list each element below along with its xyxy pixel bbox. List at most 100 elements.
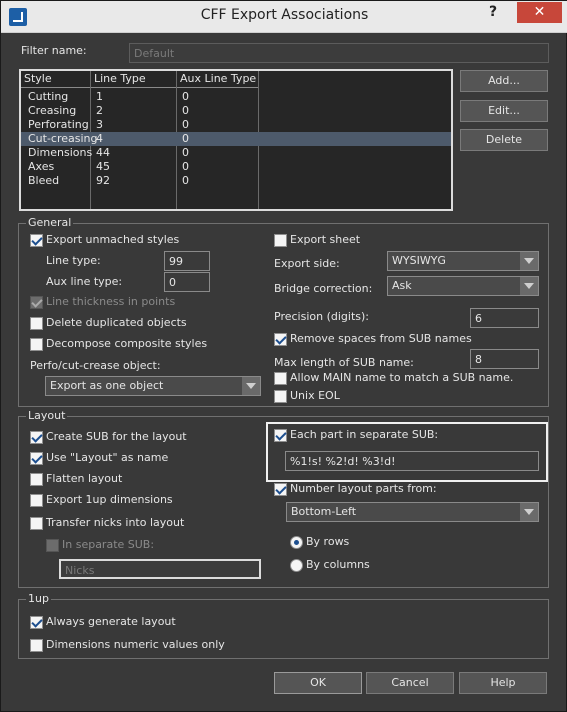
- export-side-label: Export side:: [274, 257, 340, 270]
- cell-style: Axes: [28, 160, 55, 173]
- line-thickness-label: Line thickness in points: [46, 295, 176, 308]
- table-header-line-type[interactable]: Line Type: [91, 71, 177, 88]
- filter-name-input[interactable]: Default: [129, 43, 549, 63]
- cell-aux-line-type: 0: [182, 160, 189, 173]
- always-generate-checkbox[interactable]: [30, 616, 43, 629]
- line-type-label: Line type:: [46, 254, 101, 267]
- cell-line-type: 3: [96, 118, 103, 131]
- title-bar: CFF Export Associations ? ✕: [1, 1, 567, 33]
- table-row[interactable]: Cutting 1 0: [21, 90, 451, 104]
- delete-button[interactable]: Delete: [460, 129, 548, 151]
- aux-line-type-input[interactable]: 0: [164, 272, 210, 292]
- oneup-group-title: 1up: [26, 592, 51, 605]
- flatten-layout-checkbox[interactable]: [30, 473, 43, 486]
- table-header-style[interactable]: Style: [21, 71, 91, 88]
- table-row[interactable]: Dimensions 44 0: [21, 146, 451, 160]
- table-row-selected[interactable]: Cut-creasing 4 0: [21, 132, 451, 146]
- dialog-window: CFF Export Associations ? ✕ Filter name:…: [0, 0, 567, 712]
- ok-button[interactable]: OK: [274, 672, 362, 694]
- help-icon[interactable]: ?: [489, 4, 497, 20]
- unix-eol-label: Unix EOL: [290, 389, 340, 402]
- create-sub-checkbox[interactable]: [30, 431, 43, 444]
- cell-line-type: 92: [96, 174, 110, 187]
- cell-style: Cut-creasing: [28, 132, 98, 145]
- use-layout-name-label: Use "Layout" as name: [46, 451, 169, 464]
- by-rows-radio[interactable]: [290, 536, 303, 549]
- bridge-correction-label: Bridge correction:: [274, 282, 373, 295]
- filter-name-label: Filter name:: [21, 44, 87, 57]
- use-layout-name-checkbox[interactable]: [30, 452, 43, 465]
- perfo-object-label: Perfo/cut-crease object:: [30, 359, 161, 372]
- max-length-input[interactable]: 8: [470, 349, 539, 369]
- cell-line-type: 4: [96, 132, 103, 145]
- cancel-button[interactable]: Cancel: [366, 672, 454, 694]
- in-separate-sub-label: In separate SUB:: [62, 538, 155, 551]
- table-row[interactable]: Perforating 3 0: [21, 118, 451, 132]
- perfo-object-value: Export as one object: [50, 379, 164, 392]
- number-parts-select[interactable]: Bottom-Left: [286, 502, 539, 522]
- export-unmached-label: Export unmached styles: [46, 233, 180, 246]
- create-sub-label: Create SUB for the layout: [46, 430, 187, 443]
- cell-aux-line-type: 0: [182, 104, 189, 117]
- table-row[interactable]: Axes 45 0: [21, 160, 451, 174]
- precision-label: Precision (digits):: [274, 310, 369, 323]
- close-button[interactable]: ✕: [517, 2, 562, 23]
- transfer-nicks-label: Transfer nicks into layout: [46, 516, 185, 529]
- help-button[interactable]: Help: [459, 672, 547, 694]
- cell-line-type: 1: [96, 90, 103, 103]
- in-separate-sub-checkbox[interactable]: [46, 539, 59, 552]
- by-columns-radio[interactable]: [290, 559, 303, 572]
- number-parts-value: Bottom-Left: [291, 505, 357, 518]
- export-unmached-checkbox[interactable]: [30, 234, 43, 247]
- add-button[interactable]: Add...: [460, 70, 548, 92]
- cell-aux-line-type: 0: [182, 132, 189, 145]
- nicks-sub-input[interactable]: Nicks: [59, 559, 261, 579]
- cell-style: Cutting: [28, 90, 69, 103]
- window-title: CFF Export Associations: [200, 7, 369, 23]
- export-side-value: WYSIWYG: [392, 254, 446, 267]
- cell-line-type: 45: [96, 160, 110, 173]
- always-generate-label: Always generate layout: [46, 615, 176, 628]
- cell-aux-line-type: 0: [182, 174, 189, 187]
- chevron-down-icon[interactable]: [520, 503, 538, 521]
- transfer-nicks-checkbox[interactable]: [30, 517, 43, 530]
- chevron-down-icon[interactable]: [242, 377, 260, 395]
- line-type-input[interactable]: 99: [164, 251, 210, 271]
- export-sheet-checkbox[interactable]: [274, 234, 287, 247]
- cell-style: Dimensions: [28, 146, 93, 159]
- allow-main-checkbox[interactable]: [274, 372, 287, 385]
- bridge-correction-value: Ask: [392, 279, 412, 292]
- cell-style: Creasing: [28, 104, 77, 117]
- perfo-object-select[interactable]: Export as one object: [45, 376, 261, 396]
- by-rows-label: By rows: [306, 535, 350, 548]
- each-part-format-input[interactable]: %1!s! %2!d! %3!d!: [285, 451, 539, 471]
- export-sheet-label: Export sheet: [290, 233, 361, 246]
- styles-table[interactable]: Style Line Type Aux Line Type Cutting 1 …: [19, 69, 453, 211]
- chevron-down-icon[interactable]: [520, 277, 538, 295]
- table-row[interactable]: Creasing 2 0: [21, 104, 451, 118]
- line-thickness-checkbox[interactable]: [30, 296, 43, 309]
- cell-aux-line-type: 0: [182, 146, 189, 159]
- allow-main-label: Allow MAIN name to match a SUB name.: [290, 371, 514, 384]
- export-1up-dimensions-label: Export 1up dimensions: [46, 493, 173, 506]
- table-header-aux-line-type[interactable]: Aux Line Type: [177, 71, 259, 88]
- dimensions-numeric-label: Dimensions numeric values only: [46, 638, 225, 651]
- delete-duplicated-checkbox[interactable]: [30, 317, 43, 330]
- cell-line-type: 44: [96, 146, 110, 159]
- decompose-composite-checkbox[interactable]: [30, 338, 43, 351]
- chevron-down-icon[interactable]: [520, 252, 538, 270]
- export-1up-dimensions-checkbox[interactable]: [30, 494, 43, 507]
- cell-style: Perforating: [28, 118, 89, 131]
- each-part-checkbox[interactable]: [274, 429, 287, 442]
- export-side-select[interactable]: WYSIWYG: [387, 251, 539, 271]
- precision-input[interactable]: 6: [470, 308, 539, 328]
- number-parts-checkbox[interactable]: [274, 483, 287, 496]
- decompose-composite-label: Decompose composite styles: [46, 337, 208, 350]
- table-row[interactable]: Bleed 92 0: [21, 174, 451, 188]
- edit-button[interactable]: Edit...: [460, 100, 548, 122]
- remove-spaces-checkbox[interactable]: [274, 333, 287, 346]
- unix-eol-checkbox[interactable]: [274, 390, 287, 403]
- flatten-layout-label: Flatten layout: [46, 472, 123, 485]
- dimensions-numeric-checkbox[interactable]: [30, 639, 43, 652]
- bridge-correction-select[interactable]: Ask: [387, 276, 539, 296]
